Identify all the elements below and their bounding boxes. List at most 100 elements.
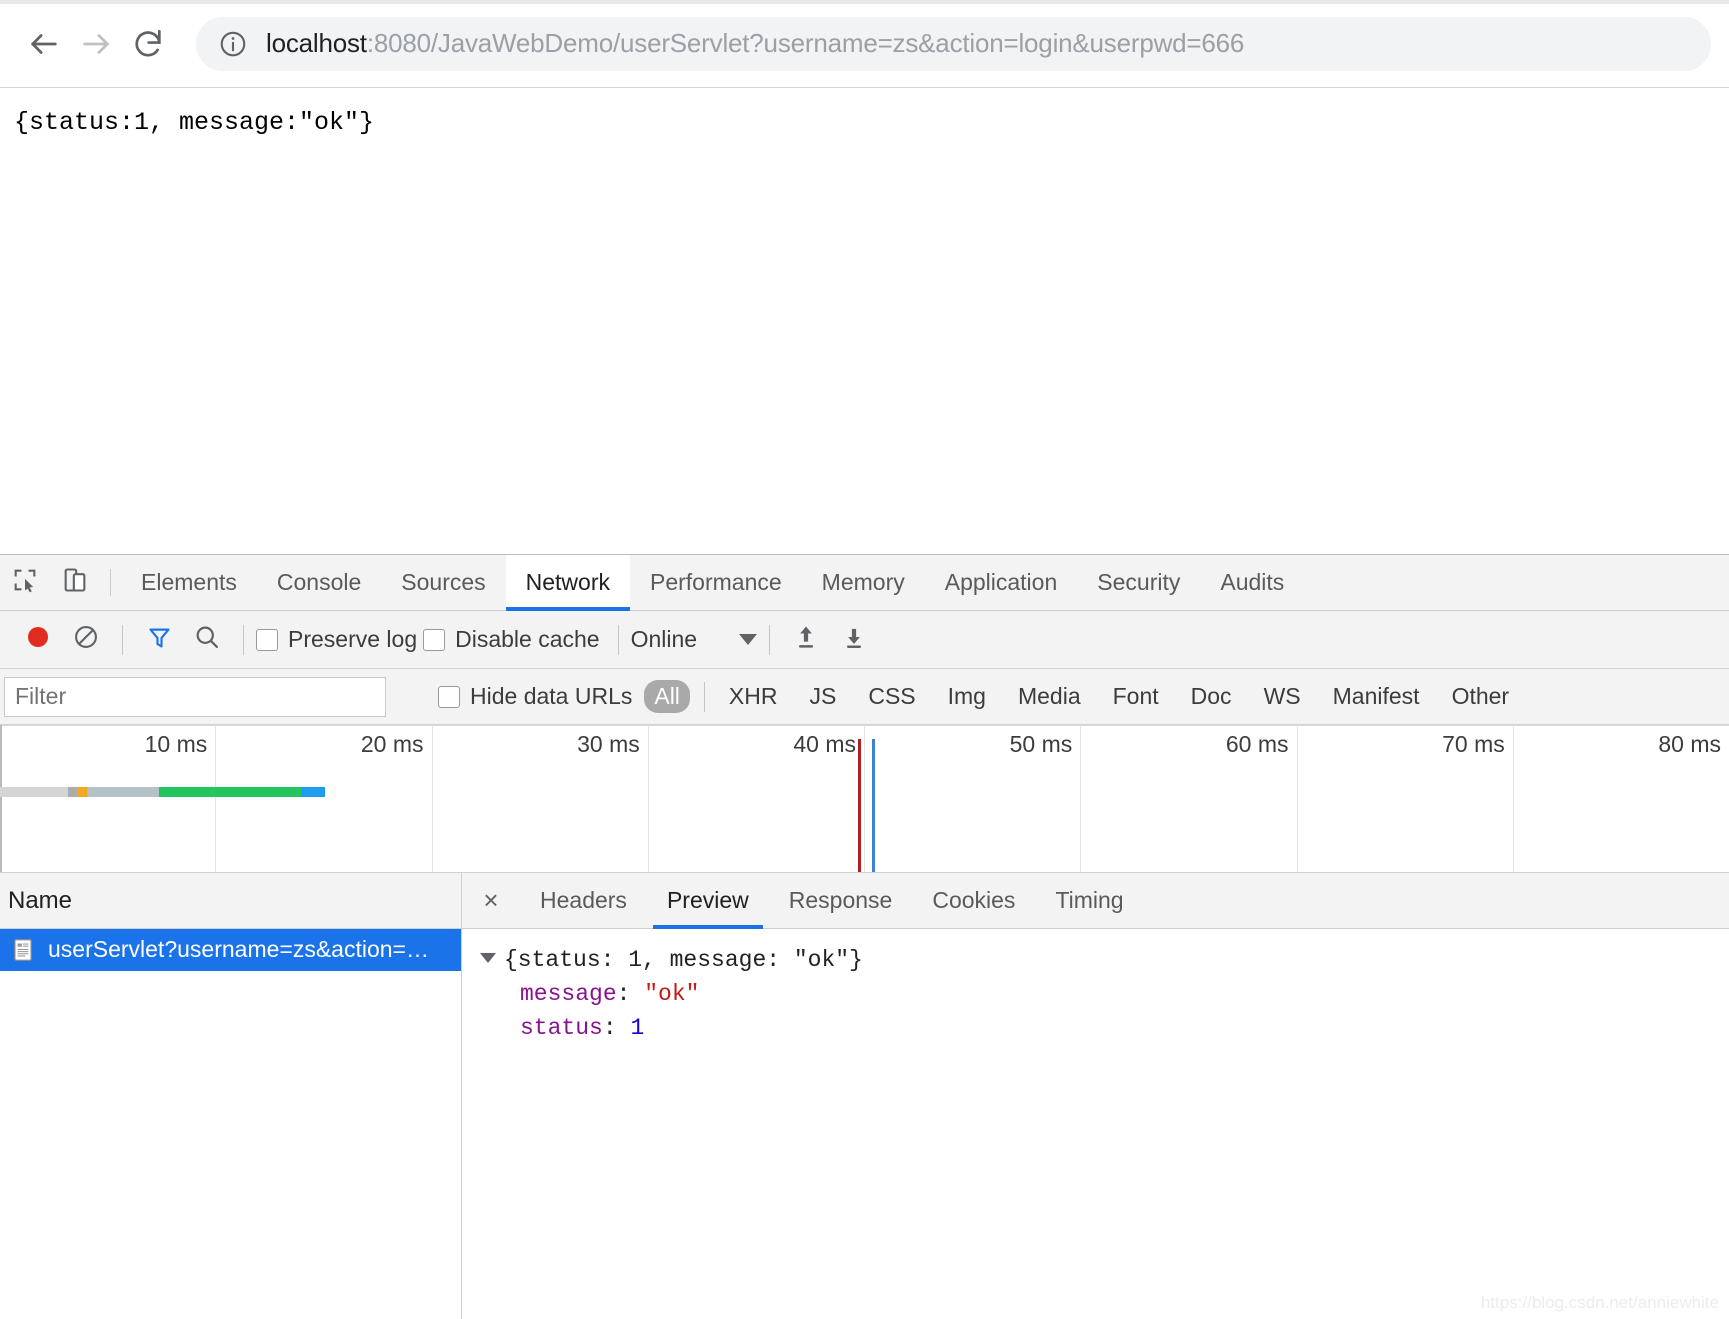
checkbox-box [256, 628, 278, 651]
import-har-button[interactable] [782, 616, 830, 664]
device-toolbar-button[interactable] [50, 555, 100, 610]
disable-cache-label: Disable cache [455, 626, 600, 652]
type-filter-label: All [654, 683, 680, 709]
tab-label: Console [276, 569, 362, 595]
inspect-element-button[interactable] [0, 555, 50, 610]
timeline-cell: 30 ms [433, 725, 649, 872]
tab-performance[interactable]: Performance [630, 555, 802, 610]
toolbar-divider [617, 624, 619, 655]
type-filter-all[interactable]: All [644, 680, 690, 713]
search-icon [193, 623, 221, 656]
tab-response[interactable]: Response [769, 873, 913, 928]
reload-icon [131, 27, 165, 61]
back-button[interactable] [18, 18, 70, 70]
overview-waterfall-bar [0, 787, 325, 797]
requests-column-header[interactable]: Name [0, 873, 461, 929]
timeline-tick: 60 ms [1225, 731, 1289, 757]
address-bar[interactable]: localhost:8080/JavaWebDemo/userServlet?u… [196, 16, 1711, 71]
clear-button[interactable] [62, 616, 110, 664]
toolbar-divider [110, 569, 111, 596]
tab-elements[interactable]: Elements [121, 555, 257, 610]
tab-label: Elements [141, 569, 237, 595]
info-circle-icon[interactable] [218, 29, 248, 59]
type-filter-img[interactable]: Img [938, 680, 996, 713]
type-filter-ws[interactable]: WS [1254, 680, 1311, 713]
arrow-left-icon [27, 27, 61, 61]
timeline-grid: 10 ms 20 ms 30 ms 40 ms 50 ms 60 ms 70 m… [0, 725, 1729, 872]
devtools-tabbar: Elements Console Sources Network Perform… [0, 555, 1729, 611]
type-filter-font[interactable]: Font [1103, 680, 1169, 713]
close-icon: × [483, 885, 499, 915]
tab-network[interactable]: Network [505, 555, 631, 611]
preserve-log-checkbox[interactable]: Preserve log [256, 626, 417, 653]
toolbar-divider [243, 624, 244, 655]
tab-audits[interactable]: Audits [1200, 555, 1304, 610]
type-filter-manifest[interactable]: Manifest [1323, 680, 1430, 713]
type-filter-doc[interactable]: Doc [1181, 680, 1242, 713]
json-key: status [520, 1015, 603, 1042]
json-root-line[interactable]: {status: 1, message: "ok"} [480, 943, 1711, 977]
tab-security[interactable]: Security [1077, 555, 1200, 610]
close-details-button[interactable]: × [462, 873, 520, 928]
tab-preview[interactable]: Preview [647, 873, 769, 929]
waterfall-segment-content-download [159, 787, 301, 797]
search-button[interactable] [183, 616, 231, 664]
waterfall-segment-dns [78, 787, 87, 797]
filter-toggle-button[interactable] [135, 616, 183, 664]
type-filter-label: CSS [868, 683, 916, 709]
tab-label: Memory [821, 569, 905, 595]
type-filter-js[interactable]: JS [799, 680, 846, 713]
timeline-tick: 30 ms [577, 731, 640, 757]
tab-headers[interactable]: Headers [520, 873, 647, 928]
timeline-tick: 50 ms [1009, 731, 1073, 757]
filter-input[interactable] [4, 676, 386, 717]
clear-icon [72, 623, 100, 656]
upload-har-icon [792, 623, 820, 656]
json-separator: : [616, 981, 645, 1008]
disable-cache-checkbox[interactable]: Disable cache [423, 626, 600, 653]
timeline-cell: 50 ms [865, 725, 1082, 872]
record-button-icon [23, 622, 53, 657]
timeline-cell: 70 ms [1298, 725, 1514, 872]
waterfall-segment-queueing [0, 787, 68, 797]
tab-sources[interactable]: Sources [381, 555, 505, 610]
timeline-tick: 20 ms [360, 731, 424, 757]
preview-json-viewer[interactable]: {status: 1, message: "ok"} message: "ok"… [462, 929, 1729, 1319]
tab-timing[interactable]: Timing [1035, 873, 1143, 928]
chevron-down-icon[interactable] [480, 953, 496, 963]
tab-application[interactable]: Application [925, 555, 1078, 610]
type-filter-css[interactable]: CSS [858, 680, 925, 713]
tab-console[interactable]: Console [257, 555, 381, 610]
reload-button[interactable] [122, 18, 174, 70]
table-row[interactable]: userServlet?username=zs&action=… [0, 929, 461, 971]
details-tabbar: × Headers Preview Response Cookies Timin… [462, 873, 1729, 929]
waterfall-segment-stalled [68, 787, 78, 797]
type-filter-other[interactable]: Other [1442, 680, 1520, 713]
devtools-panel: Elements Console Sources Network Perform… [0, 554, 1729, 1319]
network-filter-toolbar: Hide data URLs All XHR JS CSS Img Media … [0, 669, 1729, 725]
tab-label: Performance [650, 569, 782, 595]
forward-button[interactable] [70, 18, 122, 70]
column-header-name: Name [8, 886, 73, 914]
tab-cookies[interactable]: Cookies [912, 873, 1035, 928]
type-filter-media[interactable]: Media [1008, 680, 1091, 713]
hide-data-urls-checkbox[interactable]: Hide data URLs [438, 683, 632, 710]
network-overview-timeline[interactable]: 10 ms 20 ms 30 ms 40 ms 50 ms 60 ms 70 m… [0, 725, 1729, 873]
arrow-right-icon [79, 27, 113, 61]
inspect-element-icon [11, 566, 39, 599]
record-button[interactable] [14, 616, 62, 664]
tab-memory[interactable]: Memory [802, 555, 925, 610]
type-filter-xhr[interactable]: XHR [719, 680, 788, 713]
page-content-area: {status:1, message:"ok"} [0, 88, 1729, 554]
export-har-button[interactable] [830, 616, 878, 664]
type-filter-label: Other [1451, 683, 1510, 709]
document-icon [10, 937, 36, 963]
timeline-tick: 80 ms [1658, 731, 1721, 757]
throttling-dropdown[interactable]: Online [631, 626, 758, 653]
tab-label: Sources [401, 569, 486, 595]
url-path: :8080/JavaWebDemo/userServlet?username=z… [366, 28, 1245, 58]
json-entry-message: message: "ok" [480, 977, 1711, 1011]
url-host: localhost [266, 28, 367, 58]
timeline-cell: 60 ms [1081, 725, 1298, 872]
json-separator: : [602, 1015, 631, 1042]
